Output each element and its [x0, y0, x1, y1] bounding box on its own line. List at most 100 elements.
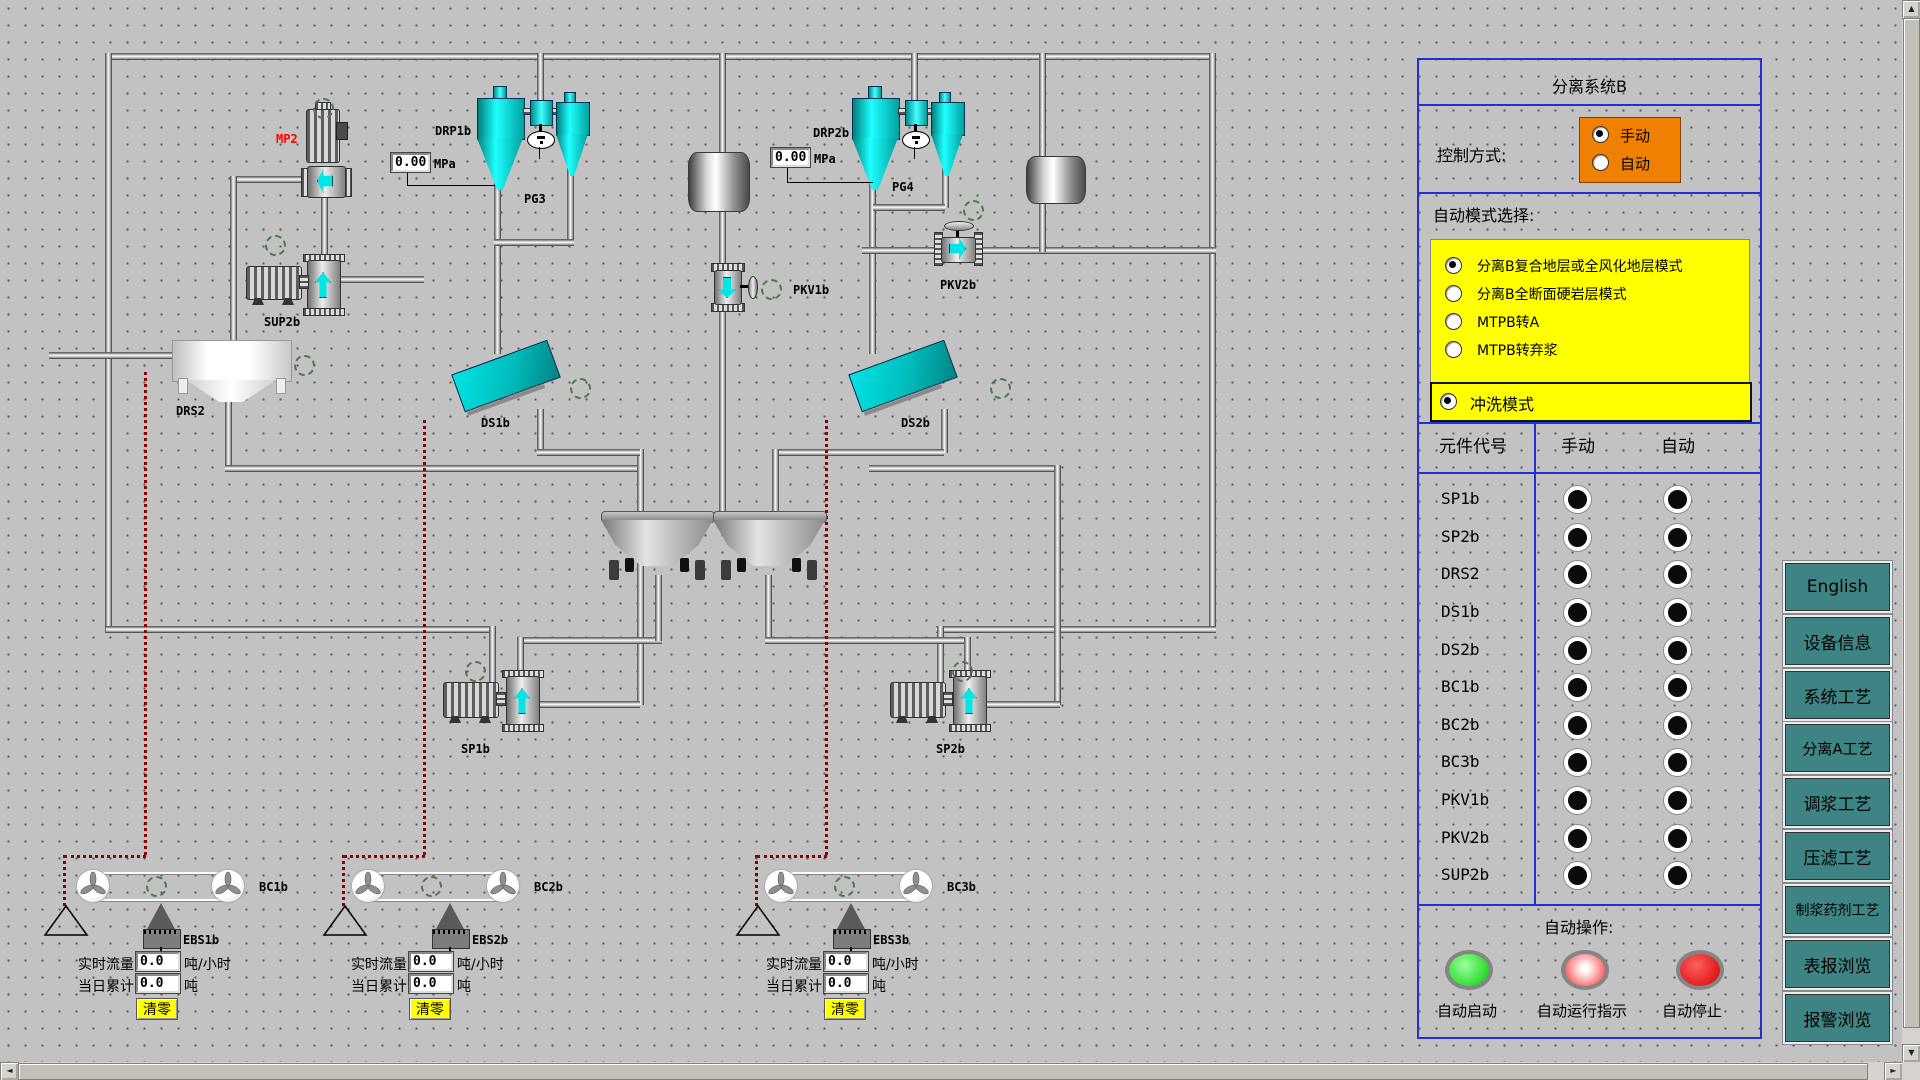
conveyor-bc3b[interactable]: BC3b	[765, 870, 995, 906]
auto-indicator[interactable]	[1664, 862, 1691, 889]
drp2b-unit: MPa	[814, 152, 836, 166]
total-unit: 吨	[184, 976, 198, 996]
pg3-valve-icon[interactable]	[527, 131, 555, 149]
pipe	[494, 239, 574, 246]
pipe	[941, 409, 948, 453]
pg4-valve-icon[interactable]	[902, 131, 930, 149]
total-unit: 吨	[872, 976, 886, 996]
sp2b-pump-assembly[interactable]	[890, 664, 992, 740]
flow-label: 实时流量	[766, 954, 822, 974]
buffer-tank-2[interactable]	[1026, 156, 1086, 204]
manual-indicator[interactable]	[1564, 712, 1591, 739]
radio-manual-label[interactable]: 手动	[1620, 125, 1650, 146]
pipe	[106, 626, 492, 633]
pkv2b-handwheel[interactable]	[944, 221, 974, 231]
bowl-tank-2[interactable]	[713, 503, 825, 581]
cyclone-cone	[931, 134, 963, 176]
auto-indicator[interactable]	[1664, 674, 1691, 701]
radio-mode-2[interactable]	[1445, 285, 1462, 302]
mode-2-label[interactable]: 分离B全断面硬岩层模式	[1477, 284, 1627, 304]
cyclone-body[interactable]	[477, 98, 525, 140]
radio-mode-1[interactable]	[1445, 257, 1462, 274]
pkv1b-handwheel[interactable]	[748, 276, 758, 299]
nav-english-button[interactable]: English	[1785, 563, 1890, 611]
auto-indicator[interactable]	[1664, 524, 1691, 551]
auto-indicator[interactable]	[1664, 486, 1691, 513]
mode-3-label[interactable]: MTPB转A	[1477, 312, 1539, 332]
auto-indicator[interactable]	[1664, 561, 1691, 588]
pipe	[719, 210, 726, 512]
auto-indicator[interactable]	[1664, 787, 1691, 814]
nav-alarm-view-button[interactable]: 报警浏览	[1785, 994, 1890, 1042]
manual-indicator[interactable]	[1564, 674, 1591, 701]
cyclone-body[interactable]	[931, 102, 965, 136]
mode-4-label[interactable]: MTPB转弃浆	[1477, 340, 1558, 360]
nav-device-info-button[interactable]: 设备信息	[1785, 617, 1890, 665]
table-row-label: BC1b	[1441, 677, 1480, 696]
clear-button[interactable]: 清零	[136, 998, 178, 1020]
pipe	[537, 701, 640, 708]
hopper-icon	[735, 904, 781, 938]
pipe	[537, 409, 544, 453]
pulley-icon	[77, 870, 109, 902]
table-header-auto: 自动	[1661, 432, 1695, 457]
manual-indicator[interactable]	[1564, 749, 1591, 776]
clear-button[interactable]: 清零	[824, 998, 866, 1020]
table-row-label: SUP2b	[1441, 865, 1489, 884]
nav-report-view-button[interactable]: 表报浏览	[1785, 940, 1890, 988]
sp2b-label: SP2b	[936, 742, 965, 756]
nav-system-process-button[interactable]: 系统工艺	[1785, 671, 1890, 719]
pg4-valve-body[interactable]	[905, 100, 928, 126]
nav-separation-a-button[interactable]: 分离A工艺	[1785, 724, 1890, 772]
manual-indicator[interactable]	[1564, 599, 1591, 626]
manual-indicator[interactable]	[1564, 637, 1591, 664]
manual-indicator[interactable]	[1564, 524, 1591, 551]
conveyor-bc2b[interactable]: BC2b	[352, 870, 582, 906]
radio-mode-3[interactable]	[1445, 313, 1462, 330]
auto-indicator[interactable]	[1664, 749, 1691, 776]
pipe	[983, 701, 1060, 708]
manual-indicator[interactable]	[1564, 825, 1591, 852]
sp1b-pump-assembly[interactable]	[443, 664, 545, 740]
auto-indicator[interactable]	[1664, 637, 1691, 664]
radio-auto[interactable]	[1592, 154, 1609, 171]
manual-indicator[interactable]	[1564, 862, 1591, 889]
radio-manual[interactable]	[1592, 126, 1609, 143]
nav-slurry-mixing-button[interactable]: 调浆工艺	[1785, 778, 1890, 826]
radio-auto-label[interactable]: 自动	[1620, 153, 1650, 174]
manual-indicator[interactable]	[1564, 486, 1591, 513]
horizontal-scroll-thumb[interactable]	[18, 1063, 1868, 1080]
scroll-up-button[interactable]: ▲	[1902, 0, 1920, 19]
conveyor-bc1b[interactable]: BC1b	[77, 870, 307, 906]
nav-filter-press-button[interactable]: 压滤工艺	[1785, 832, 1890, 880]
table-row-label: PKV2b	[1441, 828, 1489, 847]
pg3-valve-body[interactable]	[530, 100, 553, 126]
clear-button[interactable]: 清零	[409, 998, 451, 1020]
cyclone-body[interactable]	[852, 98, 900, 140]
manual-indicator[interactable]	[1564, 561, 1591, 588]
sup2b-motor[interactable]	[246, 266, 302, 300]
auto-indicator[interactable]	[1664, 599, 1691, 626]
buffer-tank-1[interactable]	[688, 152, 750, 212]
auto-indicator[interactable]	[1664, 825, 1691, 852]
scroll-right-button[interactable]: ►	[1884, 1062, 1903, 1080]
flush-mode-label[interactable]: 冲洗模式	[1470, 391, 1534, 415]
nav-slurry-agent-button[interactable]: 制浆药剂工艺	[1785, 886, 1890, 934]
mp2-label: MP2	[276, 132, 298, 146]
auto-start-light[interactable]	[1445, 950, 1493, 990]
radio-mode-4[interactable]	[1445, 341, 1462, 358]
scroll-left-button[interactable]: ◄	[0, 1062, 19, 1080]
mode-1-label[interactable]: 分离B复合地层或全风化地层模式	[1477, 256, 1683, 276]
auto-indicator[interactable]	[1664, 712, 1691, 739]
drs2-tank-body[interactable]	[172, 340, 292, 382]
auto-stop-light[interactable]	[1676, 950, 1724, 990]
connector-line	[787, 168, 788, 183]
bc2b-label: BC2b	[534, 880, 563, 894]
vertical-scroll-thumb[interactable]	[1903, 18, 1920, 1028]
drp1b-label: DRP1b	[435, 124, 471, 138]
manual-indicator[interactable]	[1564, 787, 1591, 814]
scroll-down-button[interactable]: ▼	[1902, 1044, 1920, 1063]
radio-flush-mode[interactable]	[1440, 393, 1457, 410]
bowl-tank-1[interactable]	[601, 503, 713, 581]
cyclone-body[interactable]	[556, 102, 590, 136]
